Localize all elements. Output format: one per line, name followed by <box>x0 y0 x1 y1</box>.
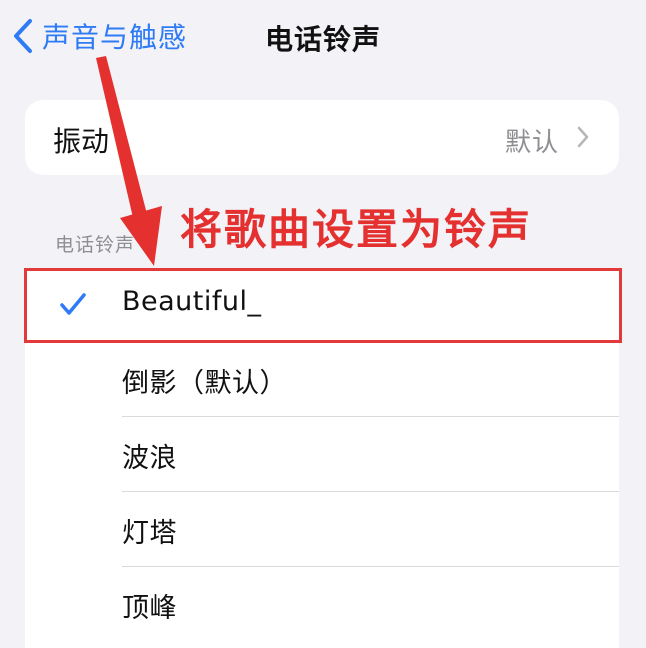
ringtone-section-header: 电话铃声 <box>55 234 136 256</box>
page-title: 电话铃声 <box>264 23 381 56</box>
checkmark-icon <box>60 293 86 315</box>
vibration-label: 振动 <box>53 125 110 158</box>
ringtone-item-bolang[interactable]: 波浪 <box>25 418 619 492</box>
ringtone-label: 波浪 <box>122 443 177 474</box>
navigation-bar: 声音与触感 电话铃声 <box>0 0 646 80</box>
ringtone-label: 顶峰 <box>122 593 177 624</box>
ringtone-list: Beautiful_ 倒影（默认） 波浪 灯塔 顶峰 <box>25 268 619 648</box>
ringtone-label: 倒影（默认） <box>122 368 287 399</box>
row-divider <box>122 416 619 417</box>
vibration-row[interactable]: 振动 默认 <box>25 100 619 175</box>
ringtone-item-dingfeng[interactable]: 顶峰 <box>25 568 619 642</box>
ringtone-label: Beautiful_ <box>122 286 262 317</box>
ringtone-item-dengta[interactable]: 灯塔 <box>25 493 619 567</box>
chevron-right-icon <box>577 126 589 148</box>
annotation-text: 将歌曲设置为铃声 <box>180 205 533 254</box>
ringtone-item-beautiful[interactable]: Beautiful_ <box>25 268 619 342</box>
vibration-value: 默认 <box>504 128 559 158</box>
row-divider <box>122 491 619 492</box>
ringtone-label: 灯塔 <box>122 518 177 549</box>
row-divider <box>122 566 619 567</box>
ringtone-item-daoying[interactable]: 倒影（默认） <box>25 343 619 417</box>
